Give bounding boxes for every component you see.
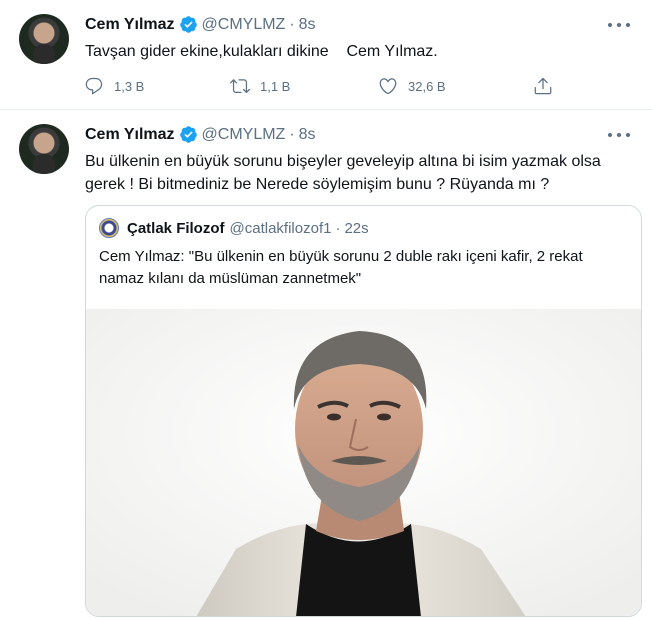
- tweet-text: Tavşan gider ekine,kulakları dikine Cem …: [85, 43, 438, 60]
- more-options-icon[interactable]: [608, 126, 630, 144]
- tweet-header: Cem Yılmaz @CMYLMZ · 8s: [85, 15, 316, 34]
- author-name[interactable]: Cem Yılmaz: [85, 126, 175, 144]
- quoted-tweet[interactable]: Çatlak Filozof @catlakfilozof1 · 22s Cem…: [85, 205, 642, 617]
- reply-count: 1,3 B: [114, 78, 145, 94]
- verified-badge-icon: [179, 126, 197, 143]
- tweet-time[interactable]: 8s: [299, 16, 316, 34]
- separator-dot: ·: [335, 219, 341, 237]
- like-count: 32,6 B: [408, 78, 446, 94]
- more-options-icon[interactable]: [608, 16, 630, 34]
- author-handle[interactable]: @CMYLMZ: [202, 16, 286, 34]
- retweet-count: 1,1 B: [260, 78, 291, 94]
- portrait-photo: [86, 309, 641, 616]
- author-handle[interactable]: @CMYLMZ: [202, 126, 286, 144]
- reply-icon: [85, 77, 103, 95]
- share-button[interactable]: [533, 76, 563, 96]
- quoted-author-name: Çatlak Filozof: [127, 219, 225, 237]
- verified-badge-icon: [179, 16, 197, 33]
- separator-dot: ·: [289, 125, 295, 143]
- avatar[interactable]: [19, 14, 69, 64]
- tweet-text: Bu ülkenin en büyük sorunu bişeyler geve…: [85, 153, 606, 193]
- tweet-time[interactable]: 8s: [299, 126, 316, 144]
- separator-dot: ·: [289, 15, 295, 33]
- avatar[interactable]: [19, 124, 69, 174]
- tweet[interactable]: Cem Yılmaz @CMYLMZ · 8s Bu ülkenin en bü…: [0, 110, 652, 619]
- tweet-actions: 1,3 B 1,1 B 32,6 B: [84, 76, 554, 98]
- share-icon: [534, 77, 552, 95]
- reply-button[interactable]: 1,3 B: [84, 76, 144, 96]
- quoted-tweet-photo[interactable]: [86, 309, 641, 616]
- quoted-author-handle: @catlakfilozof1: [229, 219, 332, 237]
- quoted-avatar: [99, 218, 119, 238]
- quoted-tweet-text: Cem Yılmaz: "Bu ülkenin en büyük sorunu …: [99, 248, 583, 287]
- author-name[interactable]: Cem Yılmaz: [85, 16, 175, 34]
- tweet-header: Cem Yılmaz @CMYLMZ · 8s: [85, 125, 316, 144]
- like-icon: [379, 78, 397, 95]
- retweet-button[interactable]: 1,1 B: [230, 76, 290, 96]
- like-button[interactable]: 32,6 B: [378, 76, 446, 96]
- quoted-tweet-time: 22s: [344, 219, 369, 237]
- tweet[interactable]: Cem Yılmaz @CMYLMZ · 8s Tavşan gider eki…: [0, 0, 652, 110]
- quoted-tweet-header: Çatlak Filozof @catlakfilozof1 · 22s: [99, 218, 369, 238]
- retweet-icon: [230, 79, 250, 94]
